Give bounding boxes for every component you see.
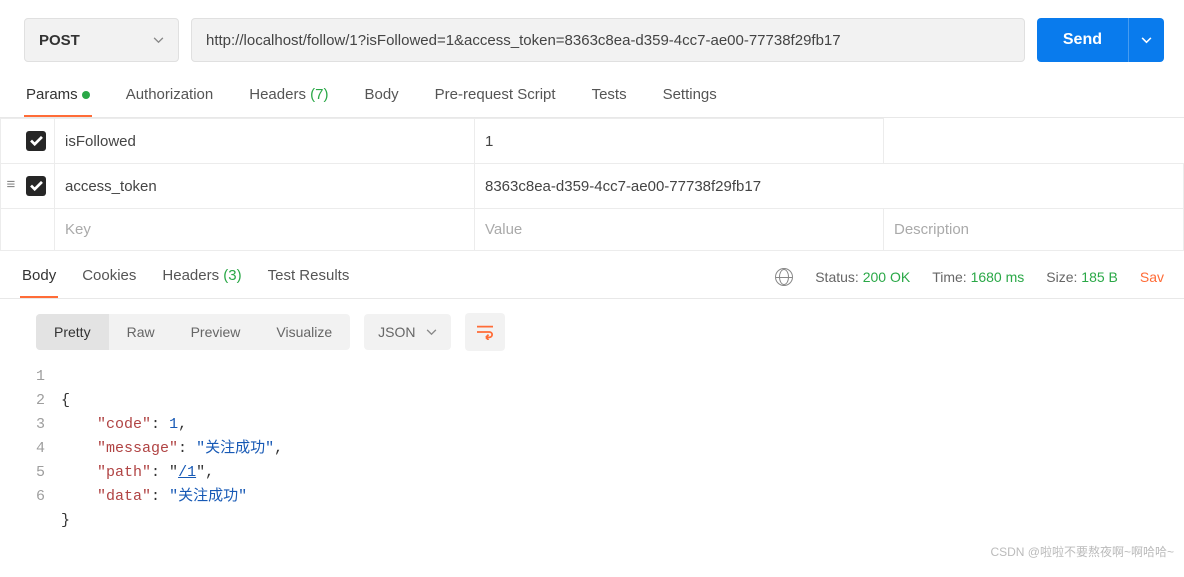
vtab-visualize[interactable]: Visualize <box>258 314 350 350</box>
response-view-bar: Pretty Raw Preview Visualize JSON <box>0 299 1184 365</box>
resp-tab-headers[interactable]: Headers (3) <box>160 255 243 298</box>
param-key[interactable]: access_token <box>55 164 475 209</box>
tab-headers[interactable]: Headers (7) <box>247 74 330 117</box>
vtab-pretty[interactable]: Pretty <box>36 314 109 350</box>
send-button[interactable]: Send <box>1037 18 1128 62</box>
param-key[interactable]: isFollowed <box>55 119 475 164</box>
tab-body[interactable]: Body <box>362 74 400 117</box>
vtab-raw[interactable]: Raw <box>109 314 173 350</box>
format-label: JSON <box>378 324 415 340</box>
headers-count: (7) <box>310 86 328 103</box>
tab-settings[interactable]: Settings <box>661 74 719 117</box>
size-display: Size: 185 B <box>1046 269 1118 285</box>
wrap-lines-button[interactable] <box>465 313 505 351</box>
param-value-placeholder[interactable]: Value <box>475 209 884 251</box>
chevron-down-icon <box>426 329 437 336</box>
line-gutter: 123456 <box>36 365 61 557</box>
param-value[interactable]: 1 <box>475 119 884 164</box>
time-display: Time: 1680 ms <box>932 269 1024 285</box>
url-input[interactable] <box>191 18 1025 62</box>
save-response-link[interactable]: Sav <box>1140 269 1164 285</box>
method-select[interactable]: POST <box>24 18 179 62</box>
param-desc-placeholder[interactable]: Description <box>884 209 1184 251</box>
resp-tab-cookies[interactable]: Cookies <box>80 255 138 298</box>
table-row: ≡ access_token 8363c8ea-d359-4cc7-ae00-7… <box>1 164 1184 209</box>
chevron-down-icon <box>153 37 164 44</box>
globe-icon[interactable] <box>775 268 793 286</box>
param-key-placeholder[interactable]: Key <box>55 209 475 251</box>
watermark: CSDN @啦啦不要熬夜啊~啊哈哈~ <box>990 543 1174 560</box>
wrap-icon <box>475 324 495 340</box>
param-checkbox[interactable] <box>26 131 46 151</box>
send-dropdown[interactable] <box>1128 18 1164 62</box>
tab-tests[interactable]: Tests <box>590 74 629 117</box>
json-code[interactable]: { "code": 1, "message": "关注成功", "path": … <box>61 365 283 557</box>
table-row: isFollowed 1 <box>1 119 1184 164</box>
tab-params[interactable]: Params <box>24 74 92 117</box>
params-table: isFollowed 1 ≡ access_token 8363c8ea-d35… <box>0 118 1184 251</box>
resp-tab-testresults[interactable]: Test Results <box>266 255 352 298</box>
param-checkbox[interactable] <box>26 176 46 196</box>
param-value[interactable]: 8363c8ea-d359-4cc7-ae00-77738f29fb17 <box>475 164 1184 209</box>
tab-authorization[interactable]: Authorization <box>124 74 216 117</box>
tab-prerequest[interactable]: Pre-request Script <box>433 74 558 117</box>
chevron-down-icon <box>1141 37 1152 44</box>
resp-headers-count: (3) <box>223 267 241 284</box>
resp-tab-body[interactable]: Body <box>20 255 58 298</box>
status-display: Status: 200 OK <box>815 269 910 285</box>
format-select[interactable]: JSON <box>364 314 450 350</box>
view-tabs: Pretty Raw Preview Visualize <box>36 314 350 350</box>
table-row-empty: Key Value Description <box>1 209 1184 251</box>
drag-handle-icon[interactable]: ≡ <box>7 176 16 193</box>
request-tabs: Params Authorization Headers (7) Body Pr… <box>0 74 1184 118</box>
method-label: POST <box>39 32 80 49</box>
params-active-dot-icon <box>82 91 90 99</box>
request-bar: POST Send <box>0 0 1184 74</box>
send-button-group: Send <box>1037 18 1164 62</box>
response-tabs: Body Cookies Headers (3) Test Results St… <box>0 255 1184 299</box>
vtab-preview[interactable]: Preview <box>173 314 259 350</box>
